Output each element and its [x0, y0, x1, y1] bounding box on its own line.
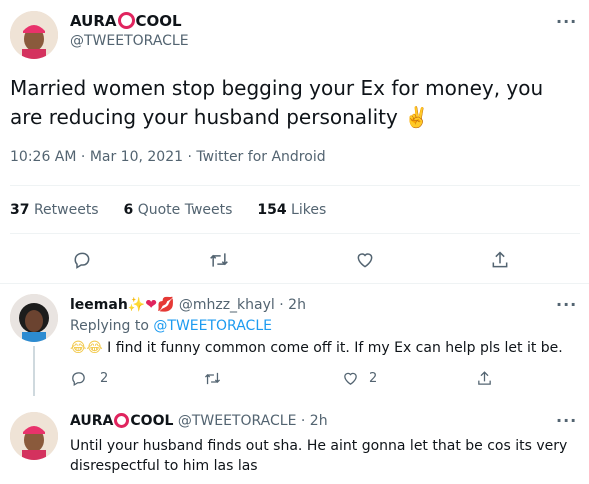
- reply-button[interactable]: [70, 370, 87, 387]
- tweet-text-line2: are reducing your husband personality ✌️: [10, 103, 580, 132]
- reply-age[interactable]: 2h: [310, 413, 328, 429]
- sparkle-heart-kiss-icons: ✨❤💋: [127, 297, 175, 313]
- replying-to-label: Replying to: [70, 318, 149, 334]
- retweets-count: 37: [10, 202, 30, 218]
- quotes-label: Quote Tweets: [137, 202, 233, 218]
- meta-separator: ·: [187, 149, 192, 165]
- likes-label: Likes: [291, 202, 327, 218]
- more-options-button[interactable]: ···: [556, 411, 577, 430]
- tweet-date[interactable]: Mar 10, 2021: [90, 149, 183, 165]
- reply-icon: [74, 252, 90, 269]
- heart-icon: [357, 253, 373, 268]
- tweet-stats: 37 Retweets 6 Quote Tweets 154 Likes: [10, 202, 326, 218]
- circle-icon: [117, 12, 135, 29]
- divider: [0, 283, 589, 284]
- reply-text: 😂😂 I find it funny common come off it. I…: [70, 340, 575, 356]
- reply-header: leemah✨❤💋 @mhzz_khayl · 2h: [70, 297, 306, 313]
- like-button[interactable]: [342, 370, 359, 387]
- retweets-stat[interactable]: 37 Retweets: [10, 202, 99, 218]
- retweet-button[interactable]: [208, 250, 230, 270]
- victory-hand-icon: ✌️: [404, 105, 430, 129]
- quotes-count: 6: [123, 202, 134, 218]
- retweet-icon: [210, 253, 228, 267]
- heart-icon: [344, 372, 357, 385]
- share-icon: [478, 371, 491, 385]
- author-name[interactable]: AURA COOL: [70, 12, 182, 30]
- more-options-button[interactable]: ···: [556, 295, 577, 314]
- retweet-icon: [204, 372, 221, 385]
- quotes-stat[interactable]: 6 Quote Tweets: [124, 202, 233, 218]
- avatar[interactable]: [10, 412, 58, 460]
- share-button[interactable]: [490, 250, 510, 270]
- tweet-text-line1: Married women stop begging your Ex for m…: [10, 76, 544, 100]
- reply-author-name-post: COOL: [130, 413, 174, 429]
- tweet-meta: 10:26 AM · Mar 10, 2021 · Twitter for An…: [10, 149, 326, 165]
- thread-line: [33, 346, 35, 396]
- laughing-icon: 😂😂: [70, 340, 103, 356]
- share-icon: [492, 251, 508, 268]
- tweet-time[interactable]: 10:26 AM: [10, 149, 76, 165]
- replying-to-link[interactable]: @TWEETORACLE: [153, 318, 272, 334]
- reply-age[interactable]: 2h: [288, 297, 306, 313]
- tweet-client[interactable]: Twitter for Android: [196, 149, 325, 165]
- retweet-button[interactable]: [203, 370, 222, 387]
- avatar[interactable]: [10, 294, 58, 342]
- share-button[interactable]: [476, 370, 493, 387]
- reply-author-name[interactable]: AURA COOL: [70, 413, 173, 429]
- likes-count: 154: [257, 202, 287, 218]
- reply-button[interactable]: [72, 250, 92, 270]
- author-name-pre: AURA: [70, 12, 117, 30]
- tweet-text: Married women stop begging your Ex for m…: [10, 74, 580, 132]
- reply-icon: [72, 372, 85, 387]
- reply-text-body: I find it funny common come off it. If m…: [107, 340, 563, 356]
- author-name-post: COOL: [135, 12, 182, 30]
- like-button[interactable]: [355, 250, 375, 270]
- reply-author-handle[interactable]: @TWEETORACLE: [178, 413, 297, 429]
- author-handle[interactable]: @TWEETORACLE: [70, 33, 189, 49]
- reply-text-line2: disrespectful to him las las: [70, 458, 258, 474]
- circle-icon: [114, 413, 130, 428]
- reply-header: AURA COOL @TWEETORACLE · 2h: [70, 413, 328, 429]
- meta-separator: ·: [300, 413, 306, 429]
- reply-text: Until your husband finds out sha. He ain…: [70, 436, 580, 476]
- reply-author-handle[interactable]: @mhzz_khayl: [179, 297, 275, 313]
- reply-author-name[interactable]: leemah: [70, 297, 128, 313]
- like-count: 2: [369, 371, 378, 386]
- likes-stat[interactable]: 154 Likes: [257, 202, 326, 218]
- replying-to: Replying to @TWEETORACLE: [70, 318, 272, 334]
- avatar[interactable]: [10, 11, 58, 59]
- divider: [10, 233, 580, 234]
- reply-count: 2: [100, 371, 109, 386]
- tweet-text-line2-text: are reducing your husband personality: [10, 105, 398, 129]
- meta-separator: ·: [80, 149, 86, 165]
- divider: [10, 185, 580, 186]
- retweets-label: Retweets: [33, 202, 99, 218]
- reply-author-name-pre: AURA: [70, 413, 114, 429]
- meta-separator: ·: [279, 297, 284, 313]
- reply-text-line1: Until your husband finds out sha. He ain…: [70, 438, 568, 454]
- more-options-button[interactable]: ···: [556, 12, 577, 31]
